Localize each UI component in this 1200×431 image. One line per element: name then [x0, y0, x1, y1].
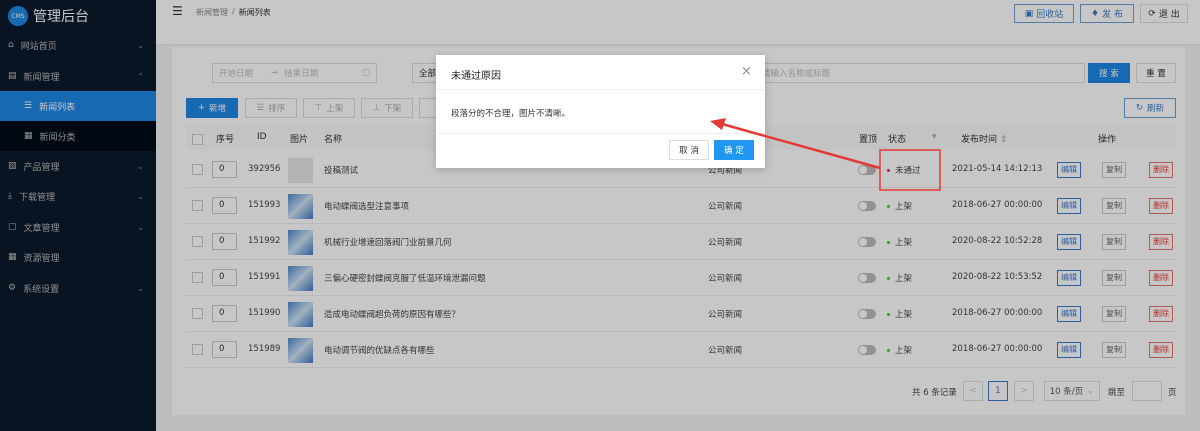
close-icon[interactable]: ×	[741, 64, 752, 79]
cancel-button[interactable]: 取 消	[669, 140, 709, 160]
divider	[436, 89, 765, 90]
divider	[436, 133, 765, 134]
ok-button[interactable]: 确 定	[714, 140, 754, 160]
modal-body-text: 段落分的不合理，图片不清晰。	[451, 109, 571, 119]
rejection-reason-modal: 未通过原因 × 段落分的不合理，图片不清晰。 取 消 确 定	[436, 55, 765, 168]
modal-title: 未通过原因	[451, 71, 501, 82]
